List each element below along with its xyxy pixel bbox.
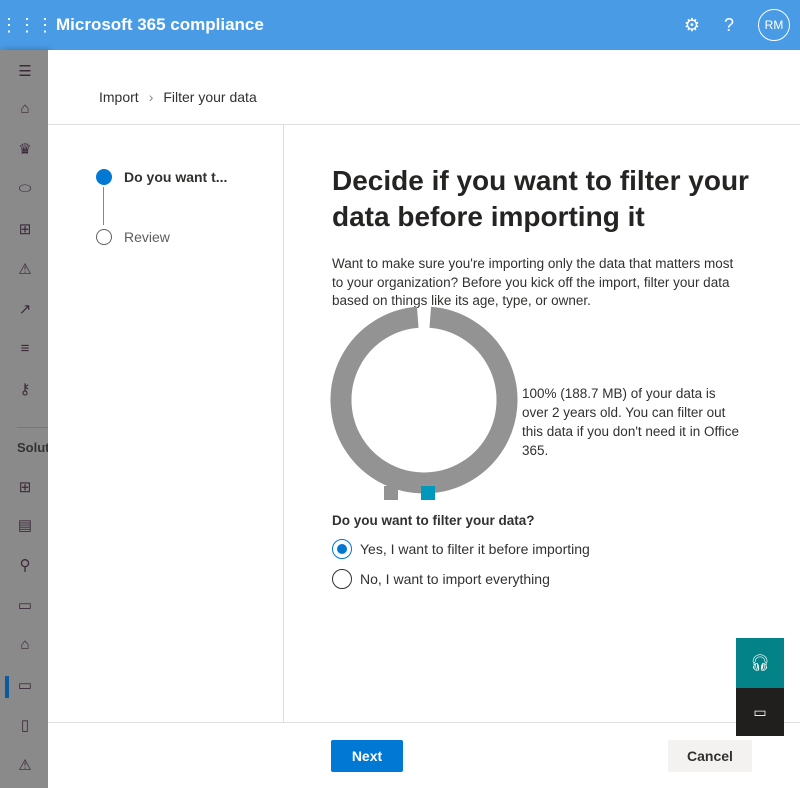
chart-summary: 100% (188.7 MB) of your data is over 2 y…: [522, 386, 739, 458]
import-panel: Import › Filter your data Do you want t.…: [48, 50, 800, 788]
step-label: Do you want t...: [124, 169, 228, 185]
step-connector: [103, 187, 104, 225]
chart-icon[interactable]: ↗: [14, 300, 36, 318]
donut-slice-0: [330, 306, 518, 494]
donut-chart: [330, 306, 518, 500]
feedback-icon: ▭: [753, 703, 767, 720]
user-warning-icon[interactable]: ⚠: [14, 756, 36, 774]
radio-yes-filter[interactable]: Yes, I want to filter it before importin…: [332, 539, 590, 559]
next-button[interactable]: Next: [331, 740, 403, 772]
trophy-icon[interactable]: ♛: [14, 140, 36, 158]
avatar[interactable]: RM: [758, 9, 790, 41]
help-icon[interactable]: ?: [724, 15, 734, 36]
breadcrumb: Import › Filter your data: [99, 89, 257, 105]
app-title[interactable]: Microsoft 365 compliance: [56, 15, 264, 35]
radio-label: No, I want to import everything: [360, 571, 550, 587]
breadcrumb-current: Filter your data: [163, 89, 257, 105]
chevron-right-icon: ›: [148, 89, 154, 105]
legend-swatch-1[interactable]: [421, 486, 435, 500]
radio-label: Yes, I want to filter it before importin…: [360, 541, 590, 557]
key-icon[interactable]: ⚷: [14, 380, 36, 398]
radio-no-import-all[interactable]: No, I want to import everything: [332, 569, 550, 589]
step-current: Do you want t...: [96, 169, 227, 185]
page-title: Decide if you want to filter your data b…: [332, 165, 749, 232]
hamburger-icon[interactable]: ☰: [14, 62, 36, 80]
step-pending-dot-icon: [96, 229, 112, 245]
document-search-icon[interactable]: ▤: [14, 516, 36, 534]
active-indicator: [5, 676, 9, 698]
waffle-icon[interactable]: ⋮⋮⋮: [0, 15, 54, 36]
alert-icon[interactable]: ⚠: [14, 260, 36, 278]
archive-icon[interactable]: ▭: [14, 676, 36, 694]
workflow-icon[interactable]: ⊞: [14, 220, 36, 238]
footer-divider: [48, 722, 800, 723]
headset-icon: 🎧︎: [749, 655, 771, 672]
home-icon[interactable]: ⌂: [14, 100, 36, 117]
radio-unselected-icon[interactable]: [332, 569, 352, 589]
search-icon[interactable]: ⚲: [14, 556, 36, 574]
left-nav: ☰ ⌂ ♛ ⬭ ⊞ ⚠ ↗ ≡ ⚷ Solutions ⊞ ▤ ⚲ ▭ ⌂ ▭ …: [0, 50, 48, 788]
filter-question: Do you want to filter your data?: [332, 513, 535, 528]
bank-search-icon[interactable]: ⌂: [14, 636, 36, 653]
legend-swatch-0[interactable]: [384, 486, 398, 500]
chat-icon[interactable]: ▭: [14, 596, 36, 614]
help-chat-button[interactable]: 🎧︎: [736, 638, 784, 688]
breadcrumb-import[interactable]: Import: [99, 89, 139, 105]
radio-selected-icon[interactable]: [332, 539, 352, 559]
cancel-button[interactable]: Cancel: [668, 740, 752, 772]
step-label: Review: [124, 229, 170, 245]
divider: [48, 124, 800, 125]
step-current-dot-icon: [96, 169, 112, 185]
step-review: Review: [96, 229, 170, 245]
catalog-add-icon[interactable]: ⊞: [14, 478, 36, 496]
feedback-button[interactable]: ▭: [736, 688, 784, 736]
sliders-icon[interactable]: ≡: [14, 340, 36, 357]
nav-divider: [17, 427, 48, 428]
top-bar: ⋮⋮⋮ Microsoft 365 compliance ⚙ ? RM: [0, 0, 800, 50]
divider: [283, 124, 284, 722]
device-lock-icon[interactable]: ▯: [14, 716, 36, 734]
tag-icon[interactable]: ⬭: [14, 180, 36, 197]
settings-icon[interactable]: ⚙: [684, 15, 700, 36]
solutions-label: Solutions: [17, 440, 48, 455]
